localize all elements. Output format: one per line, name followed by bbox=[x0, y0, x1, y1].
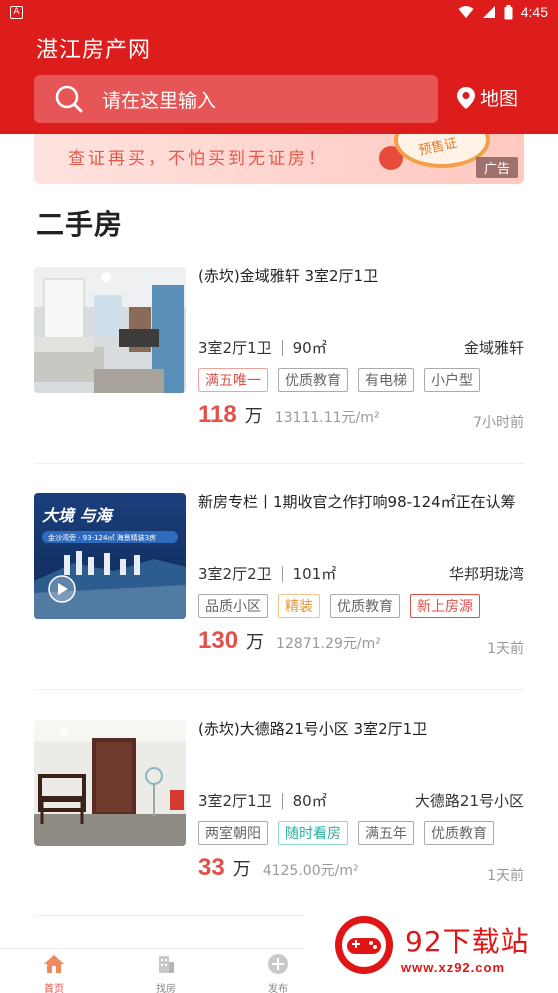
unit-price: 13111.11元/m² bbox=[274, 410, 380, 426]
search-placeholder: 请在这里输入 bbox=[102, 89, 217, 112]
listing-specs: 3室2厅1卫 80㎡ bbox=[198, 790, 327, 811]
listing-item[interactable]: (赤坎)大德路21号小区 3室2厅1卫 3室2厅1卫 80㎡ 大德路21号小区 … bbox=[34, 720, 524, 920]
section-title: 二手房 bbox=[36, 208, 124, 241]
divider bbox=[34, 689, 524, 690]
building-icon bbox=[159, 956, 174, 973]
listing-layout: 3室2厅1卫 bbox=[198, 792, 272, 810]
listing-photo bbox=[34, 267, 186, 393]
listing-time: 7小时前 bbox=[473, 415, 524, 431]
listing-community: 华邦玥珑湾 bbox=[448, 565, 524, 583]
home-icon bbox=[44, 955, 64, 973]
listing-area: 80㎡ bbox=[292, 792, 327, 810]
tab-find-house[interactable]: 找房 bbox=[136, 953, 196, 993]
tag: 满五年 bbox=[358, 821, 414, 845]
status-bar: A 4:45 bbox=[0, 0, 558, 26]
wifi-icon bbox=[458, 6, 474, 18]
unit-price: 12871.29元/m² bbox=[276, 636, 381, 652]
tab-label: 发布 bbox=[268, 984, 288, 993]
tag: 满五唯一 bbox=[198, 368, 268, 392]
ad-banner[interactable]: 查证再买，不怕买到无证房！ 预售证 广告 bbox=[34, 134, 524, 184]
plus-circle-icon bbox=[268, 954, 288, 974]
search-bar[interactable]: 请在这里输入 bbox=[34, 75, 438, 123]
tag: 优质教育 bbox=[278, 368, 348, 392]
listing-area: 90㎡ bbox=[292, 339, 327, 357]
site-watermark: 92下载站 www.xz92.com bbox=[305, 896, 558, 993]
divider bbox=[34, 463, 524, 464]
spec-divider bbox=[281, 565, 283, 582]
listing-community: 大德路21号小区 bbox=[414, 792, 524, 810]
location-pin-icon bbox=[457, 86, 475, 109]
banner-slogan: 查证再买，不怕买到无证房！ bbox=[68, 149, 328, 169]
listing-area: 101㎡ bbox=[292, 565, 337, 583]
spec-divider bbox=[281, 339, 283, 356]
listing-price: 118 万 13111.11元/m² bbox=[198, 401, 380, 429]
watermark-url: www.xz92.com bbox=[401, 960, 505, 975]
listing-title: (赤坎)大德路21号小区 3室2厅1卫 bbox=[198, 720, 428, 738]
tag: 优质教育 bbox=[424, 821, 494, 845]
listing-photo: 大境 与海 金沙湾旁 · 93-124㎡ 海景精装3房 bbox=[34, 493, 186, 619]
listing-item[interactable]: (赤坎)金域雅轩 3室2厅1卫 3室2厅1卫 90㎡ 金域雅轩 满五唯一 优质教… bbox=[34, 267, 524, 467]
price-unit: 万 bbox=[246, 632, 265, 653]
tag: 品质小区 bbox=[198, 594, 268, 618]
listing-community: 金域雅轩 bbox=[463, 339, 524, 357]
tag: 新上房源 bbox=[410, 594, 480, 618]
price-unit: 万 bbox=[244, 406, 263, 427]
listing-specs: 3室2厅1卫 90㎡ bbox=[198, 337, 327, 358]
tag: 有电梯 bbox=[358, 368, 414, 392]
tab-publish[interactable]: 发布 bbox=[248, 953, 308, 993]
ad-label: 广告 bbox=[475, 157, 518, 178]
tag: 小户型 bbox=[424, 368, 480, 392]
stamp-text: 预售证 bbox=[417, 136, 459, 159]
tab-label: 找房 bbox=[156, 984, 176, 993]
price-value: 33 bbox=[198, 854, 225, 881]
listing-title: 新房专栏丨1期收官之作打响98-124㎡正在认筹 bbox=[198, 493, 516, 511]
tab-label: 首页 bbox=[44, 984, 64, 993]
map-label: 地图 bbox=[480, 88, 519, 110]
listing-title: (赤坎)金域雅轩 3室2厅1卫 bbox=[198, 267, 379, 285]
battery-icon bbox=[504, 4, 513, 19]
listing-price: 130 万 12871.29元/m² bbox=[198, 627, 381, 655]
tag: 优质教育 bbox=[330, 594, 400, 618]
gamepad-logo-icon bbox=[335, 916, 393, 974]
listing-specs: 3室2厅2卫 101㎡ bbox=[198, 563, 336, 584]
app-header: 湛江房产网 请在这里输入 地图 bbox=[0, 26, 558, 134]
thumb-caption: 金沙湾旁 · 93-124㎡ 海景精装3房 bbox=[48, 533, 156, 542]
tag: 精装 bbox=[278, 594, 320, 618]
app-notification-icon: A bbox=[10, 6, 23, 19]
signal-icon bbox=[482, 6, 495, 18]
listing-price: 33 万 4125.00元/m² bbox=[198, 854, 359, 882]
listing-tags: 两室朝阳 随时看房 满五年 优质教育 bbox=[198, 821, 494, 845]
app-title: 湛江房产网 bbox=[36, 38, 152, 63]
tab-home[interactable]: 首页 bbox=[24, 953, 84, 993]
map-button[interactable]: 地图 bbox=[456, 84, 518, 111]
price-unit: 万 bbox=[232, 859, 251, 880]
search-icon bbox=[55, 85, 83, 113]
spec-divider bbox=[281, 792, 283, 809]
svg-text:大境 与海: 大境 与海 bbox=[42, 506, 115, 525]
unit-price: 4125.00元/m² bbox=[262, 863, 359, 879]
listing-item[interactable]: 大境 与海 金沙湾旁 · 93-124㎡ 海景精装3房 新房专栏丨1期收官之作打… bbox=[34, 493, 524, 693]
listing-layout: 3室2厅2卫 bbox=[198, 565, 272, 583]
listing-time: 1天前 bbox=[487, 641, 524, 657]
listing-time: 1天前 bbox=[487, 868, 524, 884]
clock: 4:45 bbox=[520, 4, 548, 20]
listing-tags: 品质小区 精装 优质教育 新上房源 bbox=[198, 594, 480, 618]
tag: 两室朝阳 bbox=[198, 821, 268, 845]
price-value: 118 bbox=[198, 401, 237, 428]
listing-layout: 3室2厅1卫 bbox=[198, 339, 272, 357]
price-value: 130 bbox=[198, 627, 239, 654]
tag: 随时看房 bbox=[278, 821, 348, 845]
watermark-name: 92下载站 bbox=[405, 925, 530, 958]
listing-photo bbox=[34, 720, 186, 846]
listing-tags: 满五唯一 优质教育 有电梯 小户型 bbox=[198, 368, 480, 392]
